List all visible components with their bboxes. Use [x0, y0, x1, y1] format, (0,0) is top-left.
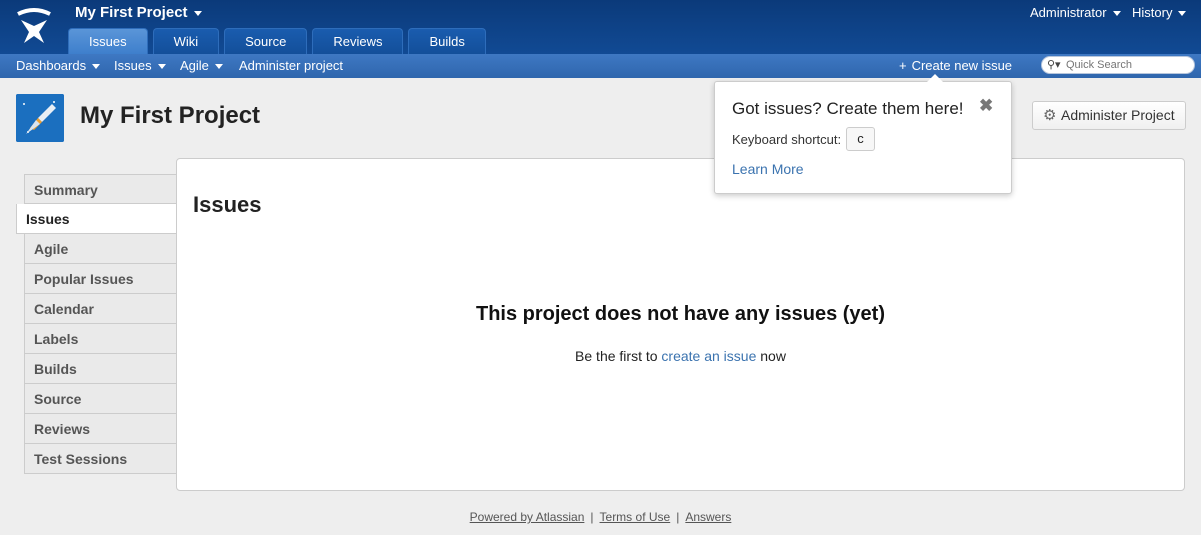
sidebar-item-test-sessions[interactable]: Test Sessions: [24, 444, 177, 474]
nav-bar: Dashboards Issues Agile Administer proje…: [0, 54, 1201, 78]
close-icon[interactable]: ✖: [979, 96, 993, 116]
empty-state-message: Be the first to create an issue now: [177, 348, 1184, 364]
empty-state-heading: This project does not have any issues (y…: [475, 303, 885, 325]
sidebar-item-builds[interactable]: Builds: [24, 354, 177, 384]
sidebar-item-source[interactable]: Source: [24, 384, 177, 414]
gear-icon: ⚙: [1043, 107, 1057, 124]
search-icon: ⚲▾: [1047, 59, 1061, 71]
app-tabs: Issues Wiki Source Reviews Builds: [68, 28, 486, 54]
nav-issues-label: Issues: [114, 58, 152, 73]
create-issue-link[interactable]: create an issue: [661, 348, 756, 364]
nav-issues[interactable]: Issues: [114, 58, 166, 73]
nav-agile[interactable]: Agile: [180, 58, 223, 73]
user-menu-label: Administrator: [1030, 5, 1107, 20]
project-avatar: [16, 94, 64, 142]
issues-panel: Issues This project does not have any is…: [176, 158, 1185, 491]
create-issue-label: Create new issue: [911, 58, 1013, 73]
history-menu-label: History: [1132, 5, 1173, 20]
create-issue-tip-popup: Got issues? Create them here! ✖ Keyboard…: [714, 74, 1012, 194]
search-input[interactable]: [1066, 58, 1188, 72]
popup-title: Got issues? Create them here!: [732, 99, 964, 118]
sidebar-item-issues[interactable]: Issues: [16, 204, 177, 234]
administer-project-label: Administer Project: [1061, 107, 1175, 123]
sidebar-item-labels[interactable]: Labels: [24, 324, 177, 354]
shortcut-key: c: [846, 127, 875, 151]
nav-dashboards[interactable]: Dashboards: [16, 58, 101, 73]
sidebar-item-reviews[interactable]: Reviews: [24, 414, 177, 444]
panel-title: Issues: [193, 192, 262, 217]
plus-icon: +: [899, 58, 907, 73]
footer-link-terms[interactable]: Terms of Use: [600, 510, 671, 524]
footer-separator: |: [590, 510, 594, 524]
tab-reviews[interactable]: Reviews: [312, 28, 404, 54]
tab-source[interactable]: Source: [224, 28, 308, 54]
shortcut-label: Keyboard shortcut:: [732, 132, 842, 147]
nav-agile-label: Agile: [180, 58, 209, 73]
footer-link-powered-by[interactable]: Powered by Atlassian: [470, 510, 585, 524]
sidebar-item-summary[interactable]: Summary: [24, 174, 177, 204]
sidebar-item-calendar[interactable]: Calendar: [24, 294, 177, 324]
user-menu[interactable]: Administrator: [1030, 5, 1121, 20]
chevron-down-icon: [214, 64, 223, 70]
empty-state-prefix: Be the first to: [575, 348, 658, 364]
page-title: My First Project: [80, 102, 261, 129]
chevron-down-icon: [193, 10, 202, 16]
nav-administer-project[interactable]: Administer project: [239, 58, 343, 73]
project-switcher-label: My First Project: [75, 4, 188, 21]
footer-separator: |: [676, 510, 680, 524]
tab-builds[interactable]: Builds: [408, 28, 486, 54]
chevron-down-icon: [1178, 11, 1187, 17]
project-switcher[interactable]: My First Project: [75, 4, 202, 21]
chevron-down-icon: [157, 64, 166, 70]
history-menu[interactable]: History: [1132, 5, 1187, 20]
nav-dashboards-label: Dashboards: [16, 58, 87, 73]
tab-issues[interactable]: Issues: [68, 28, 148, 54]
empty-state-suffix: now: [760, 348, 786, 364]
create-issue-button[interactable]: + Create new issue: [899, 58, 1012, 73]
quick-search[interactable]: ⚲▾: [1041, 56, 1195, 74]
popup-arrow: [927, 74, 943, 82]
footer: Powered by Atlassian | Terms of Use | Answer…: [0, 510, 1201, 524]
project-sidebar: Summary Issues Agile Popular Issues Cale…: [16, 174, 177, 474]
rocket-icon: [16, 94, 64, 142]
learn-more-link[interactable]: Learn More: [732, 161, 804, 177]
administer-project-button[interactable]: ⚙ Administer Project: [1032, 101, 1186, 130]
top-header: My First Project Issues Wiki Source Revi…: [0, 0, 1201, 54]
footer-link-answers[interactable]: Answers: [685, 510, 731, 524]
sidebar-item-popular-issues[interactable]: Popular Issues: [24, 264, 177, 294]
sidebar-item-agile[interactable]: Agile: [24, 234, 177, 264]
tab-wiki[interactable]: Wiki: [152, 28, 220, 54]
chevron-down-icon: [1112, 11, 1121, 17]
chevron-down-icon: [92, 64, 101, 70]
atlassian-logo-icon[interactable]: [14, 7, 54, 47]
